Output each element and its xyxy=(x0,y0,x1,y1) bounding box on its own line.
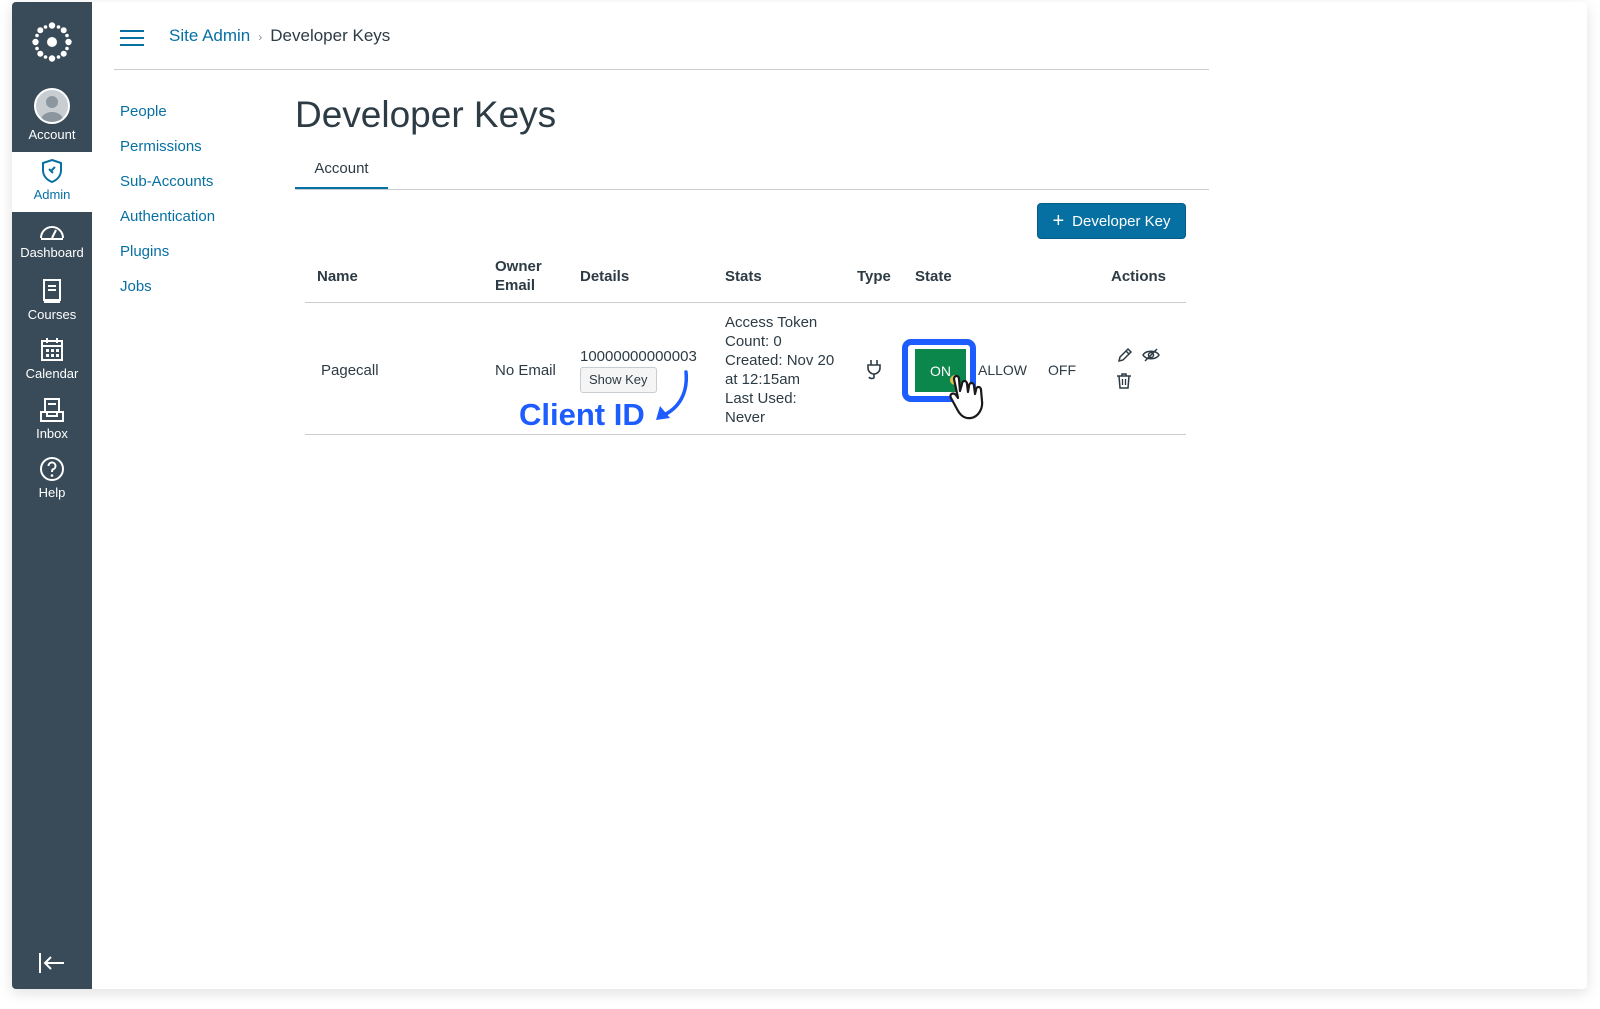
col-header-owner-email[interactable]: Owner Email xyxy=(495,257,542,295)
plug-icon xyxy=(867,360,881,380)
tab-account[interactable]: Account xyxy=(295,160,388,190)
canvas-logo-icon[interactable] xyxy=(32,22,72,62)
inbox-icon xyxy=(40,398,64,422)
dashboard-icon xyxy=(40,226,64,240)
nav-help[interactable]: Help xyxy=(12,456,92,500)
section-nav-sub-accounts[interactable]: Sub-Accounts xyxy=(120,172,215,207)
add-developer-key-button[interactable]: + Developer Key xyxy=(1037,203,1186,239)
col-header-actions[interactable]: Actions xyxy=(1111,267,1166,286)
stats-line: Count: 0 xyxy=(725,333,782,350)
section-nav: People Permissions Sub-Accounts Authenti… xyxy=(120,102,215,312)
nav-calendar-label: Calendar xyxy=(25,366,79,381)
stats-line: at 12:15am xyxy=(725,371,801,388)
breadcrumb-current: Developer Keys xyxy=(270,26,391,45)
tab-divider xyxy=(295,189,1209,190)
section-nav-jobs[interactable]: Jobs xyxy=(120,277,215,312)
state-allow-button[interactable]: ALLOW xyxy=(978,362,1027,378)
nav-courses-label: Courses xyxy=(27,307,77,322)
app-window: Account Admin Dashboard Courses Calendar… xyxy=(12,2,1587,989)
col-header-type[interactable]: Type xyxy=(857,267,891,286)
state-off-button[interactable]: OFF xyxy=(1048,362,1076,378)
header-divider xyxy=(114,69,1209,70)
nav-inbox-label: Inbox xyxy=(36,426,68,441)
nav-courses[interactable]: Courses xyxy=(12,278,92,322)
stats-line: Access Token xyxy=(725,314,818,331)
nav-admin-label: Admin xyxy=(33,187,71,202)
collapse-nav-icon[interactable] xyxy=(36,947,68,979)
nav-calendar[interactable]: Calendar xyxy=(12,337,92,381)
breadcrumb-separator: › xyxy=(258,30,263,44)
section-nav-people[interactable]: People xyxy=(120,102,215,137)
hamburger-menu-icon[interactable] xyxy=(120,28,144,48)
hide-eye-icon[interactable] xyxy=(1141,347,1161,363)
col-header-owner-email-line1: Owner xyxy=(495,258,542,275)
nav-inbox[interactable]: Inbox xyxy=(12,397,92,441)
nav-admin[interactable]: Admin xyxy=(12,152,92,212)
nav-account-label: Account xyxy=(28,127,76,142)
edit-pencil-icon[interactable] xyxy=(1116,346,1134,364)
nav-help-label: Help xyxy=(38,485,66,500)
shield-icon xyxy=(42,158,62,184)
col-header-stats[interactable]: Stats xyxy=(725,267,762,286)
nav-dashboard[interactable]: Dashboard xyxy=(12,220,92,260)
add-developer-key-label: Developer Key xyxy=(1072,212,1171,230)
section-nav-plugins[interactable]: Plugins xyxy=(120,242,215,277)
key-owner-email: No Email xyxy=(495,362,556,379)
col-header-owner-email-line2: Email xyxy=(495,277,536,294)
key-name: Pagecall xyxy=(321,362,379,379)
help-icon xyxy=(40,457,64,481)
col-header-details[interactable]: Details xyxy=(580,267,629,286)
delete-trash-icon[interactable] xyxy=(1116,372,1132,390)
section-nav-permissions[interactable]: Permissions xyxy=(120,137,215,172)
breadcrumb-site-admin[interactable]: Site Admin xyxy=(169,26,250,45)
col-header-name[interactable]: Name xyxy=(317,267,358,286)
table-row-divider xyxy=(305,434,1186,435)
avatar-icon xyxy=(34,88,70,124)
stats-line: Last Used: xyxy=(725,390,797,407)
global-nav: Account Admin Dashboard Courses Calendar… xyxy=(12,2,92,989)
plus-icon: + xyxy=(1052,210,1065,232)
section-nav-authentication[interactable]: Authentication xyxy=(120,207,215,242)
book-icon xyxy=(43,279,61,303)
annotation-arrow-icon xyxy=(656,370,689,420)
client-id-value: 10000000000003 xyxy=(580,348,697,365)
key-stats: Access Token Count: 0 Created: Nov 20 at… xyxy=(725,313,834,427)
stats-line: Created: Nov 20 xyxy=(725,352,835,369)
show-key-button[interactable]: Show Key xyxy=(580,367,657,393)
page-title: Developer Keys xyxy=(295,94,557,135)
breadcrumb: Site Admin › Developer Keys xyxy=(169,26,390,46)
nav-dashboard-label: Dashboard xyxy=(20,245,84,260)
stats-line: Never xyxy=(725,409,766,426)
client-id-annotation: Client ID xyxy=(519,397,645,432)
calendar-icon xyxy=(41,338,63,361)
col-header-state[interactable]: State xyxy=(915,267,952,286)
table-header-divider xyxy=(305,302,1186,303)
nav-account[interactable]: Account xyxy=(12,88,92,142)
